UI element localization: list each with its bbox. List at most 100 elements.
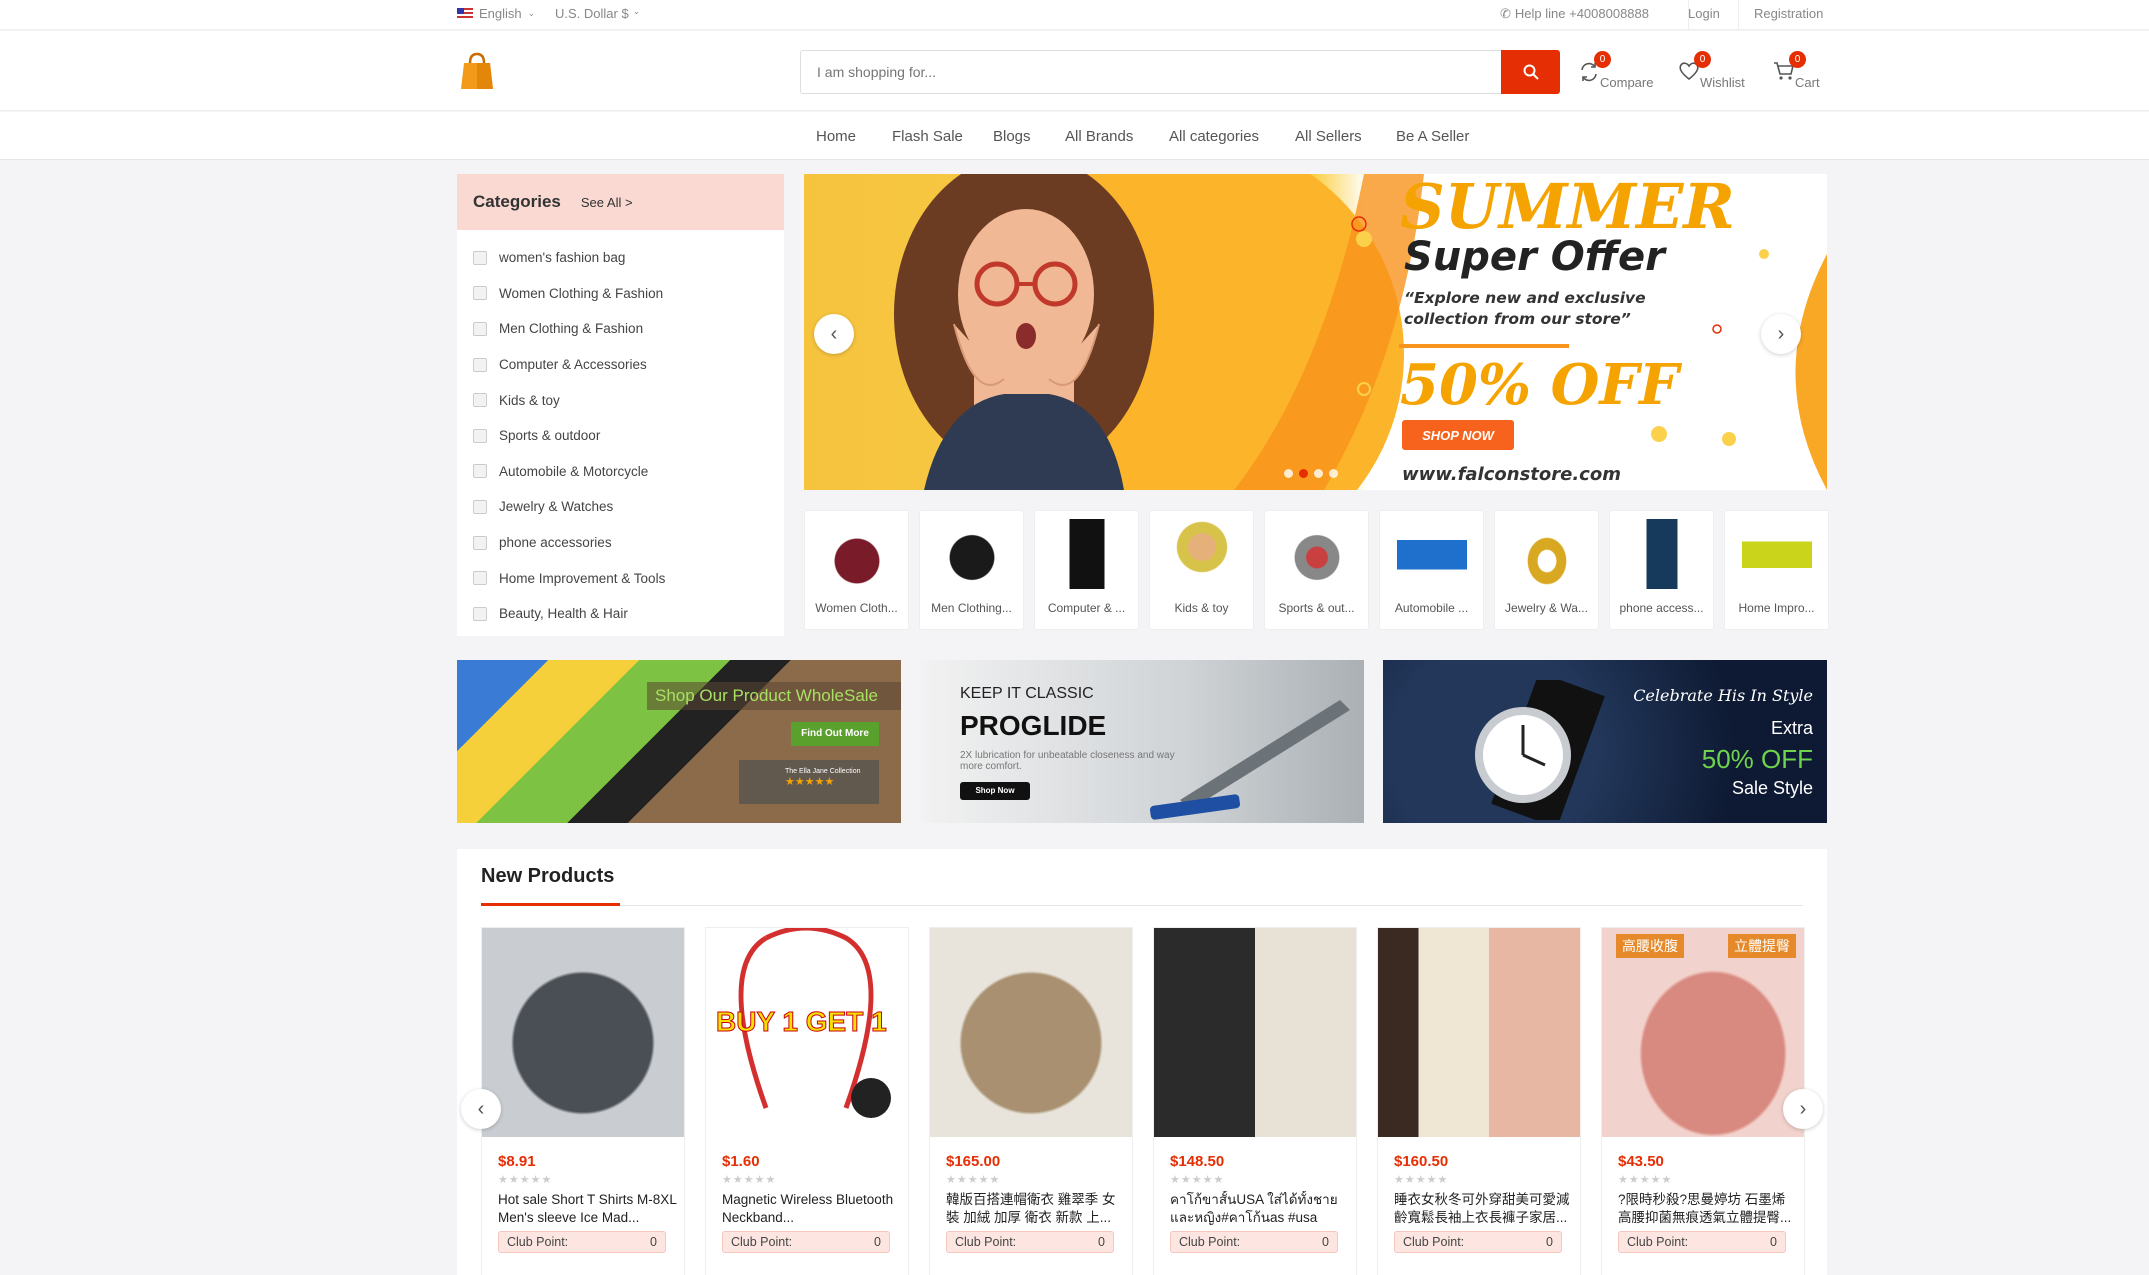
featured-category-home-improvement[interactable]: Home Impro... <box>1724 510 1829 630</box>
nav-home[interactable]: Home <box>816 128 856 145</box>
rings-image <box>1511 519 1582 589</box>
product-image <box>930 928 1132 1137</box>
nav-be-a-seller[interactable]: Be A Seller <box>1396 128 1469 145</box>
compare-button[interactable]: 0 Compare <box>1578 51 1653 97</box>
featured-category-phone-accessories[interactable]: phone access... <box>1609 510 1714 630</box>
club-point: Club Point: 0 <box>946 1231 1114 1253</box>
product-card[interactable]: $8.91 ★★★★★ Hot sale Short T Shirts M-8X… <box>481 927 685 1275</box>
language-selector[interactable]: English ⌄ <box>457 6 535 21</box>
slider-dot-active[interactable] <box>1299 469 1308 478</box>
product-card[interactable]: $165.00 ★★★★★ 韓版百搭連帽衛衣 雞翠季 女裝 加絨 加厚 衛衣 新… <box>929 927 1133 1275</box>
featured-category-jewelry[interactable]: Jewelry & Wa... <box>1494 510 1599 630</box>
brand-badge: The Ella Jane Collection ★★★★★ <box>739 760 879 804</box>
slider-title-super-offer: Super Offer <box>1404 234 1665 280</box>
promo-banner-wholesale[interactable]: Shop Our Product WholeSale Find Out More… <box>457 660 901 823</box>
category-item-beauty[interactable]: Beauty, Health & Hair <box>457 596 784 632</box>
product-card[interactable]: 高腰收腹 立體提臀 $43.50 ★★★★★ ?限時秒殺?思曼婷坊 石墨烯 高腰… <box>1601 927 1805 1275</box>
new-products-section: New Products $8.91 ★★★★★ Hot sale Short … <box>457 849 1827 1275</box>
computer-icon <box>473 357 487 372</box>
category-item-men-clothing[interactable]: Men Clothing & Fashion <box>457 311 784 347</box>
categories-header: Categories See All > <box>457 174 784 230</box>
product-card[interactable]: $148.50 ★★★★★ คาโก้ขาสั้นUSA ใส่ได้ทั้งช… <box>1153 927 1357 1275</box>
sports-icon <box>473 428 487 443</box>
dress-image <box>821 519 892 589</box>
shopping-bag-logo-icon <box>461 52 493 89</box>
product-card[interactable]: BUY 1 GET 1 $1.60 ★★★★★ Magnetic Wireles… <box>705 925 909 1275</box>
products-prev-button[interactable]: ‹ <box>461 1089 501 1129</box>
category-item-sports[interactable]: Sports & outdoor <box>457 418 784 454</box>
slider-dot[interactable] <box>1314 469 1323 478</box>
shop-now-button[interactable]: Shop Now <box>960 782 1030 800</box>
featured-category-kids-toy[interactable]: Kids & toy <box>1149 510 1254 630</box>
category-item-automobile[interactable]: Automobile & Motorcycle <box>457 454 784 490</box>
slider-shop-now-button[interactable]: SHOP NOW <box>1402 420 1514 450</box>
rating-stars: ★★★★★ <box>1170 1174 1225 1186</box>
us-flag-icon <box>457 8 473 19</box>
club-point: Club Point: 0 <box>1170 1231 1338 1253</box>
see-all-link[interactable]: See All > <box>581 195 633 210</box>
computer-case-image <box>1051 519 1122 589</box>
search-button[interactable] <box>1501 50 1560 94</box>
phone-image <box>1626 519 1697 589</box>
baby-image <box>1166 519 1237 589</box>
slider-url: www.falconstore.com <box>1402 464 1621 485</box>
featured-category-women-clothing[interactable]: Women Cloth... <box>804 510 909 630</box>
featured-category-automobile[interactable]: Automobile ... <box>1379 510 1484 630</box>
featured-category-men-clothing[interactable]: Men Clothing... <box>919 510 1024 630</box>
cart-button[interactable]: 0 Cart <box>1773 51 1843 97</box>
nav-all-sellers[interactable]: All Sellers <box>1295 128 1362 145</box>
featured-category-sports[interactable]: Sports & out... <box>1264 510 1369 630</box>
find-out-more-button[interactable]: Find Out More <box>791 722 879 746</box>
cart-count-badge: 0 <box>1789 51 1806 68</box>
slider-next-button[interactable]: › <box>1761 314 1801 354</box>
nav-all-categories[interactable]: All categories <box>1169 128 1259 145</box>
bag-icon <box>473 250 487 265</box>
currency-selector[interactable]: U.S. Dollar $ ⌄ <box>555 6 640 21</box>
shirt-icon <box>473 321 487 336</box>
phone-icon <box>473 535 487 550</box>
rating-stars: ★★★★★ <box>498 1174 553 1186</box>
tool-bag-image <box>1741 519 1812 589</box>
product-image <box>1378 928 1580 1137</box>
login-link[interactable]: Login <box>1688 6 1720 21</box>
nav-all-brands[interactable]: All Brands <box>1065 128 1133 145</box>
category-item-womens-fashion-bag[interactable]: women's fashion bag <box>457 240 784 276</box>
ring-icon <box>473 499 487 514</box>
category-item-women-clothing[interactable]: Women Clothing & Fashion <box>457 276 784 312</box>
category-item-kids-toy[interactable]: Kids & toy <box>457 382 784 418</box>
nav-blogs[interactable]: Blogs <box>993 128 1031 145</box>
store-logo[interactable] <box>459 51 495 96</box>
slider-dots <box>1284 469 1338 478</box>
product-image: 高腰收腹 立體提臀 <box>1602 928 1804 1137</box>
toy-icon <box>473 393 487 408</box>
hero-slider[interactable]: SUMMER Super Offer “Explore new and excl… <box>804 174 1827 490</box>
promo-banner-watch[interactable]: Celebrate His In Style Extra 50% OFF Sal… <box>1383 660 1827 823</box>
product-card[interactable]: $160.50 ★★★★★ 睡衣女秋冬可外穿甜美可愛減齡寬鬆長袖上衣長褲子家居.… <box>1377 927 1581 1275</box>
wishlist-button[interactable]: 0 Wishlist <box>1678 51 1748 97</box>
category-item-jewelry[interactable]: Jewelry & Watches <box>457 489 784 525</box>
featured-category-computer[interactable]: Computer & ... <box>1034 510 1139 630</box>
product-image <box>482 928 684 1137</box>
category-item-phone-accessories[interactable]: phone accessories <box>457 525 784 561</box>
header: 0 Compare 0 Wishlist 0 Cart <box>0 31 2149 111</box>
car-icon <box>473 464 487 479</box>
slider-tagline: “Explore new and exclusive collection fr… <box>1404 289 1646 328</box>
slider-dot[interactable] <box>1284 469 1293 478</box>
slider-dot[interactable] <box>1329 469 1338 478</box>
category-item-home-improvement[interactable]: Home Improvement & Tools <box>457 560 784 596</box>
product-image: BUY 1 GET 1 <box>706 925 908 1137</box>
phone-icon: ✆ <box>1500 6 1511 21</box>
registration-link[interactable]: Registration <box>1754 6 1823 21</box>
search-input[interactable] <box>801 51 1501 93</box>
slider-prev-button[interactable]: ‹ <box>814 314 854 354</box>
rating-stars: ★★★★★ <box>1394 1174 1449 1186</box>
nav-flash-sale[interactable]: Flash Sale <box>892 128 963 145</box>
new-products-title: New Products <box>481 865 615 887</box>
featured-categories: Women Cloth... Men Clothing... Computer … <box>804 510 1829 632</box>
rating-stars: ★★★★★ <box>722 1174 777 1186</box>
promo-banner-proglide[interactable]: KEEP IT CLASSIC PROGLIDE 2X lubrication … <box>920 660 1364 823</box>
club-point: Club Point: 0 <box>722 1231 890 1253</box>
category-item-computer[interactable]: Computer & Accessories <box>457 347 784 383</box>
products-next-button[interactable]: › <box>1783 1089 1823 1129</box>
chevron-down-icon: ⌄ <box>527 8 536 18</box>
